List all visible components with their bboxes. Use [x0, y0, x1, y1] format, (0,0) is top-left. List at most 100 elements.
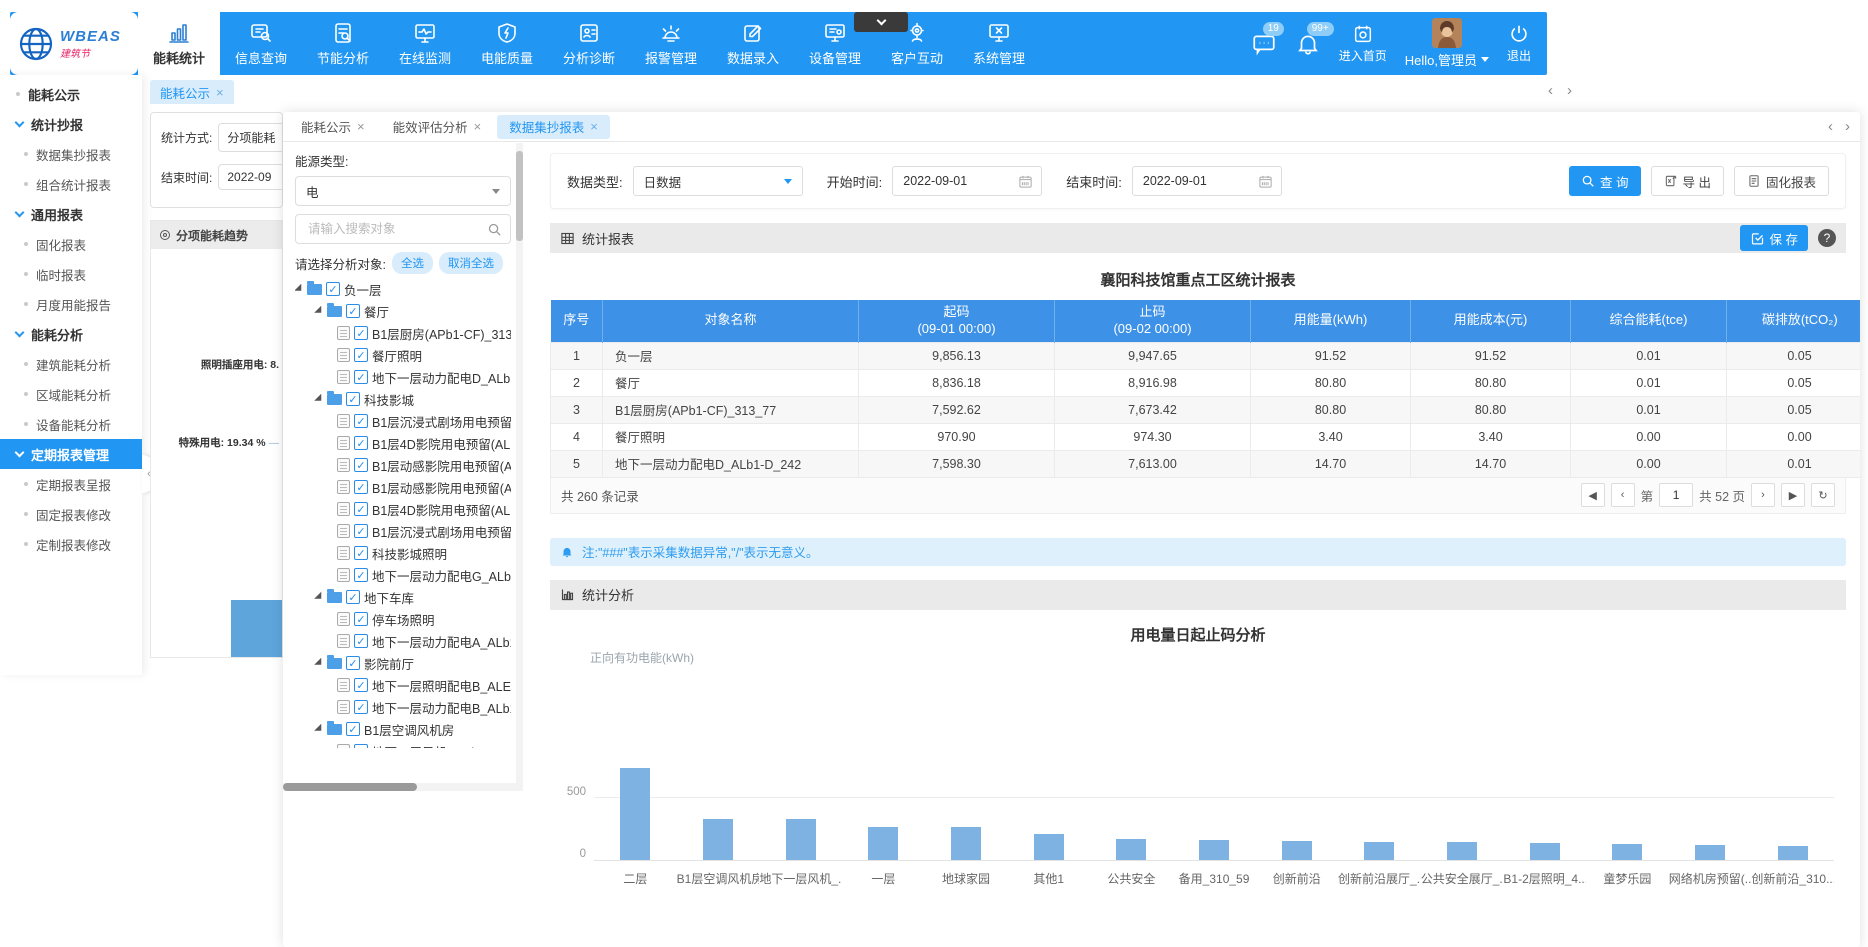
bar-其他1[interactable] [1034, 834, 1064, 860]
tree-expand-icon[interactable] [314, 306, 325, 317]
bar-创新前沿_310...[interactable] [1778, 846, 1808, 860]
checkbox-checked-icon[interactable]: ✓ [354, 414, 368, 428]
checkbox-checked-icon[interactable]: ✓ [354, 436, 368, 450]
table-row[interactable]: 2餐厅8,836.188,916.9880.8080.800.010.05 [551, 369, 1861, 396]
deselect-all-button[interactable]: 取消全选 [439, 252, 503, 274]
tree-node[interactable]: ✓B1层动感影院用电预留(ALb1-YY [295, 454, 511, 476]
sidebar-item-统计抄报[interactable]: 统计抄报 [0, 109, 142, 139]
nav-item-id-card[interactable]: 分析诊断 [548, 12, 630, 75]
sidebar-item-能耗分析[interactable]: 能耗分析 [0, 319, 142, 349]
bar-创新前沿[interactable] [1282, 841, 1312, 860]
export-button[interactable]: 导 出 [1651, 166, 1724, 196]
bar-地下一层风机_...[interactable] [786, 819, 816, 860]
table-row[interactable]: 1负一层9,856.139,947.6591.5291.520.010.05 [551, 342, 1861, 369]
close-icon[interactable]: × [357, 119, 365, 134]
sidebar-item-临时报表[interactable]: 临时报表 [0, 259, 142, 289]
tree-node[interactable]: ✓B1层4D影院用电预留(ALb1-YY(4 [295, 432, 511, 454]
tree-expand-icon[interactable] [314, 658, 325, 669]
stat-mode-select[interactable]: 分项能耗 [218, 123, 283, 152]
sidebar-item-建筑能耗分析[interactable]: 建筑能耗分析 [0, 349, 142, 379]
next-page-button[interactable]: › [1751, 483, 1775, 507]
scroll-right-icon[interactable]: › [1567, 82, 1572, 99]
nav-item-system[interactable]: 系统管理 [958, 12, 1040, 75]
checkbox-checked-icon[interactable]: ✓ [346, 656, 360, 670]
tree-expand-icon[interactable] [314, 724, 325, 735]
sidebar-item-区域能耗分析[interactable]: 区域能耗分析 [0, 379, 142, 409]
checkbox-checked-icon[interactable]: ✓ [354, 348, 368, 362]
prev-page-button[interactable]: ‹ [1611, 483, 1635, 507]
tree-node[interactable]: ✓B1层沉浸式剧场用电预留(ALb1-Y [295, 410, 511, 432]
query-button[interactable]: 查 询 [1569, 166, 1640, 196]
sidebar-item-定制报表修改[interactable]: 定制报表修改 [0, 529, 142, 559]
tree-node[interactable]: ✓地下一层照明配电B_ALEb1-B_26 [295, 674, 511, 696]
tree-node[interactable]: ✓地下一层风机_ACb1_252 [295, 740, 511, 748]
bar-创新前沿展厅_...[interactable] [1364, 842, 1394, 860]
sidebar-item-设备能耗分析[interactable]: 设备能耗分析 [0, 409, 142, 439]
close-icon[interactable]: × [590, 119, 598, 134]
help-icon[interactable]: ? [1818, 229, 1836, 247]
checkbox-checked-icon[interactable]: ✓ [354, 744, 368, 748]
start-date-input[interactable]: 2022-09-01 [892, 166, 1042, 196]
sidebar-item-固化报表[interactable]: 固化报表 [0, 229, 142, 259]
tree-node[interactable]: ✓地下一层动力配电D_ALb1-D_242 [295, 366, 511, 388]
bar-二层[interactable] [620, 768, 650, 860]
tree-node[interactable]: ✓科技影城照明 [295, 542, 511, 564]
checkbox-checked-icon[interactable]: ✓ [354, 524, 368, 538]
close-icon[interactable]: × [216, 85, 224, 100]
alerts-button[interactable]: 99+ [1295, 31, 1321, 57]
tree-horizontal-scrollbar[interactable] [283, 783, 523, 791]
bar-网络机房预留(...[interactable] [1695, 845, 1725, 860]
nav-item-monitor-wave[interactable]: 在线监测 [384, 12, 466, 75]
solidify-report-button[interactable]: 固化报表 [1734, 166, 1829, 196]
checkbox-checked-icon[interactable]: ✓ [346, 304, 360, 318]
nav-item-energy[interactable]: 节能分析 [302, 12, 384, 75]
sidebar-item-组合统计报表[interactable]: 组合统计报表 [0, 169, 142, 199]
search-icon[interactable] [487, 222, 502, 237]
tree-node[interactable]: ✓B1层空调风机房 [295, 718, 511, 740]
user-menu[interactable]: Hello,管理员 [1405, 18, 1489, 69]
page-number-input[interactable] [1659, 483, 1693, 507]
sidebar-item-固定报表修改[interactable]: 固定报表修改 [0, 499, 142, 529]
sidebar-item-通用报表[interactable]: 通用报表 [0, 199, 142, 229]
menu-dropdown[interactable] [854, 12, 908, 32]
nav-item-stats[interactable]: 能耗统计 [138, 12, 220, 75]
sidebar-item-能耗公示[interactable]: 能耗公示 [0, 79, 142, 109]
tree-node[interactable]: ✓餐厅照明 [295, 344, 511, 366]
outer-tab-energy-public[interactable]: 能耗公示 × [150, 80, 234, 104]
nav-item-info-search[interactable]: 信息查询 [220, 12, 302, 75]
sidebar-item-月度用能报告[interactable]: 月度用能报告 [0, 289, 142, 319]
table-row[interactable]: 5地下一层动力配电D_ALb1-D_2427,598.307,613.0014.… [551, 450, 1861, 477]
tree-node[interactable]: ✓地下一层动力配电A_ALb1-A_266 [295, 630, 511, 652]
tree-node[interactable]: ✓B1层沉浸式剧场用电预留(ALb1-Y [295, 520, 511, 542]
table-row[interactable]: 3B1层厨房(APb1-CF)_313_777,592.627,673.4280… [551, 396, 1861, 423]
bar-一层[interactable] [868, 827, 898, 860]
tree-node[interactable]: ✓餐厅 [295, 300, 511, 322]
checkbox-checked-icon[interactable]: ✓ [354, 678, 368, 692]
checkbox-checked-icon[interactable]: ✓ [346, 722, 360, 736]
tree-node[interactable]: ✓B1层动感影院用电预留(ALb1-YY [295, 476, 511, 498]
bar-备用_310_59[interactable] [1199, 840, 1229, 860]
tree-node[interactable]: ✓地下一层动力配电G_ALb1-G_269 [295, 564, 511, 586]
checkbox-checked-icon[interactable]: ✓ [346, 590, 360, 604]
energy-type-select[interactable]: 电 [295, 176, 511, 206]
logout-button[interactable]: 退出 [1507, 23, 1531, 64]
tab-数据集抄报表[interactable]: 数据集抄报表× [497, 115, 610, 139]
checkbox-checked-icon[interactable]: ✓ [354, 612, 368, 626]
bar-童梦乐园[interactable] [1612, 844, 1642, 860]
last-page-button[interactable]: ▶ [1781, 483, 1805, 507]
end-date-input[interactable]: 2022-09-01 [1132, 166, 1282, 196]
data-type-select[interactable]: 日数据 [633, 166, 803, 196]
select-all-button[interactable]: 全选 [392, 252, 433, 274]
checkbox-checked-icon[interactable]: ✓ [354, 458, 368, 472]
nav-item-shield-bolt[interactable]: 电能质量 [466, 12, 548, 75]
tree-node[interactable]: ✓地下车库 [295, 586, 511, 608]
checkbox-checked-icon[interactable]: ✓ [354, 634, 368, 648]
scroll-right-icon[interactable]: › [1845, 118, 1850, 135]
messages-button[interactable]: 19 [1251, 31, 1277, 57]
scroll-left-icon[interactable]: ‹ [1828, 118, 1833, 135]
tab-能效评估分析[interactable]: 能效评估分析× [381, 115, 494, 139]
logo[interactable]: WBEAS 建筑节 [10, 12, 138, 75]
bar-公共安全展厅_...[interactable] [1447, 842, 1477, 860]
close-icon[interactable]: × [474, 119, 482, 134]
bar-公共安全[interactable] [1116, 839, 1146, 860]
